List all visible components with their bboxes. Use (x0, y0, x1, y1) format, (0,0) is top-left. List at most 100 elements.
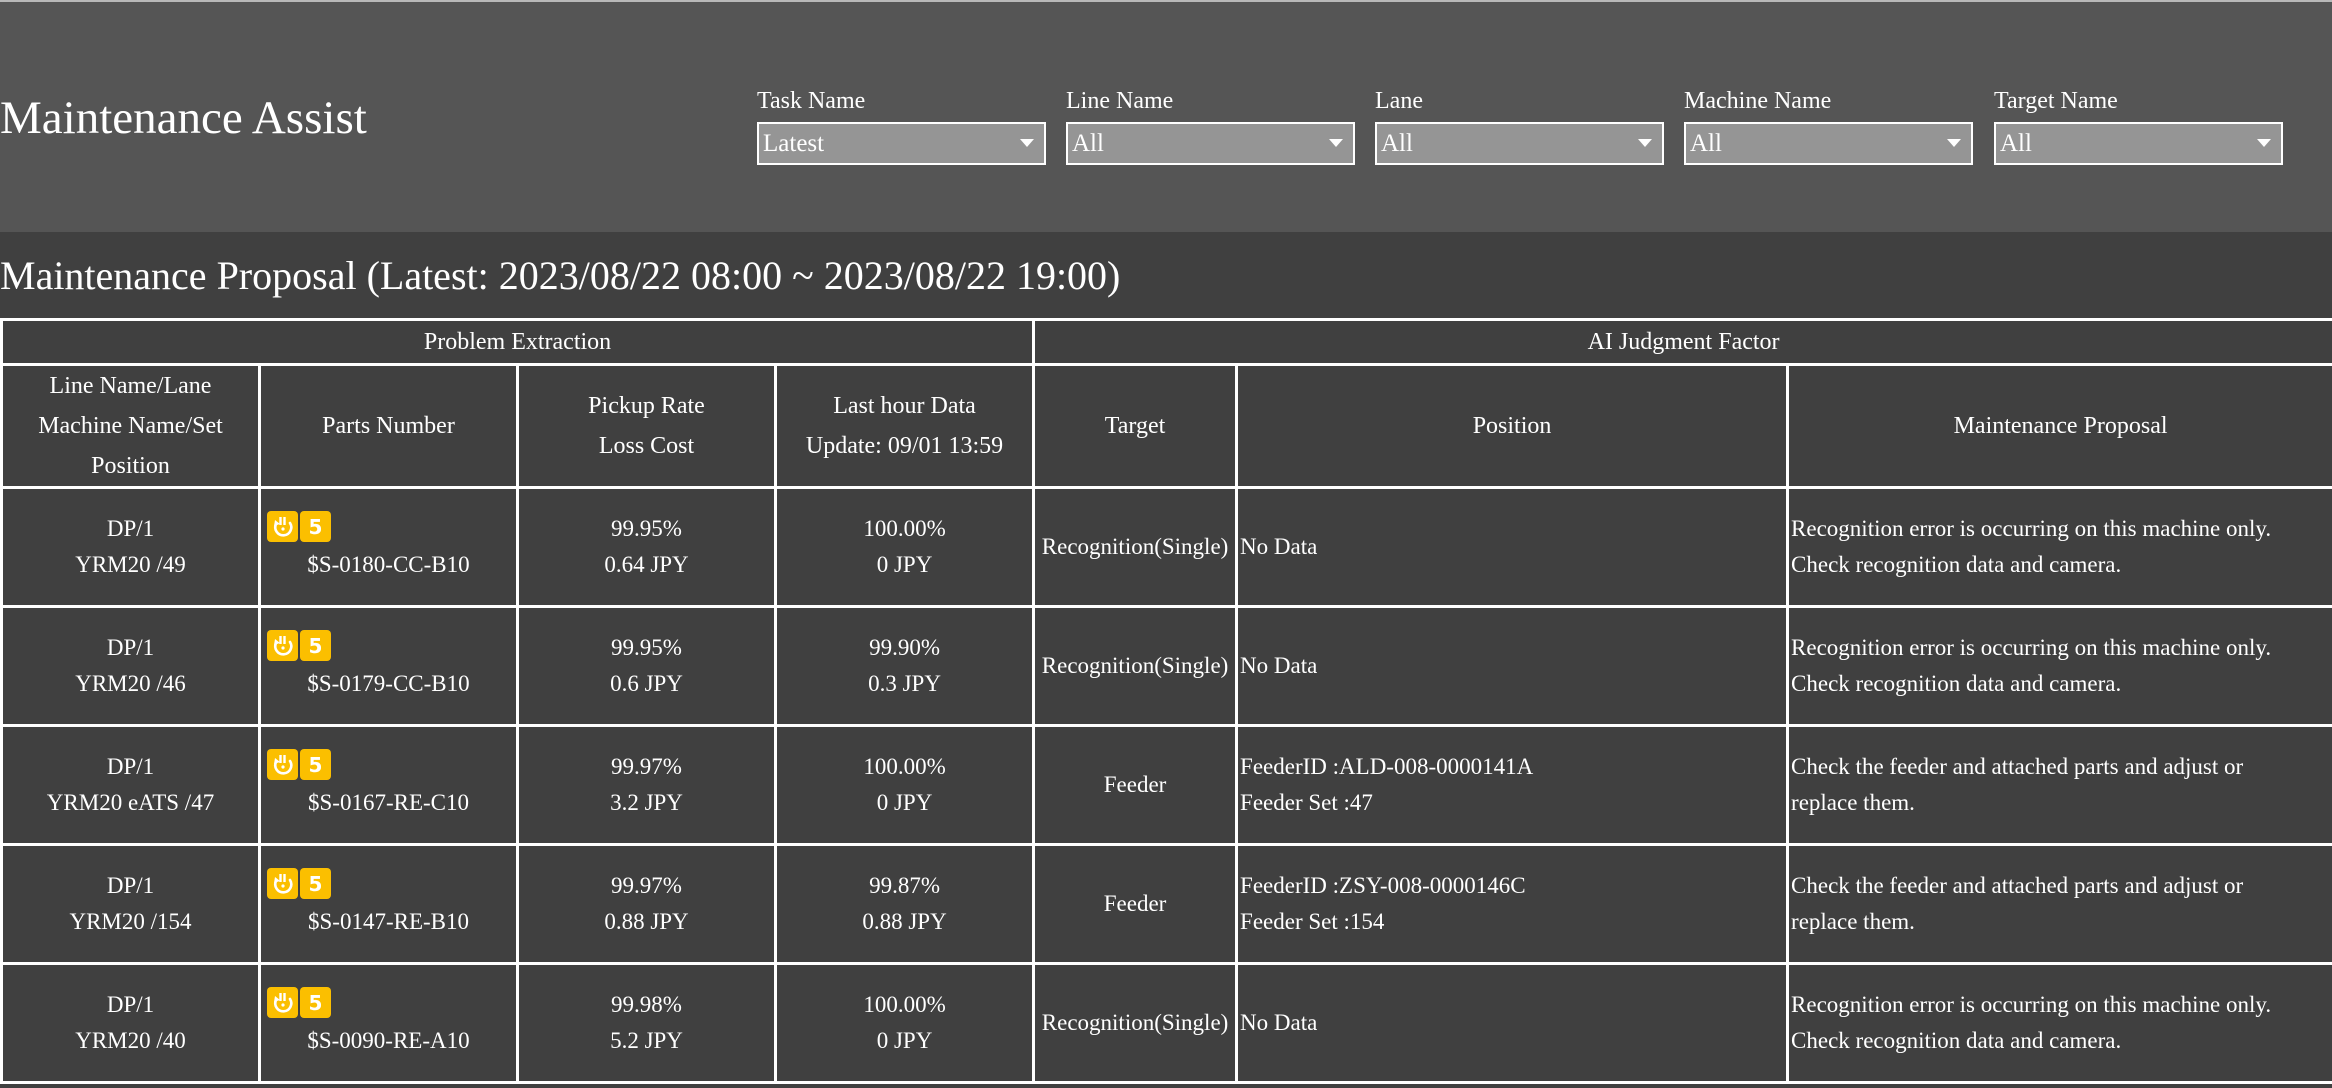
parts-number[interactable]: $S-0090-RE-A10 (263, 1023, 515, 1059)
count-badge[interactable]: 5 (300, 749, 331, 780)
position-line: Feeder Set :154 (1240, 909, 1385, 934)
alert-recycle-icon[interactable] (267, 511, 298, 542)
cell-target: Recognition(Single) (1032, 962, 1239, 1084)
cell-position: FeederID :ZSY-008-0000146C Feeder Set :15… (1235, 843, 1790, 965)
last-hour-rate: 100.00% (863, 992, 946, 1017)
last-hour-cost: 0 JPY (876, 1028, 933, 1053)
cell-maintenance-proposal: Check the feeder and attached parts and … (1786, 843, 2332, 965)
cell-target: Feeder (1032, 843, 1239, 965)
cell-last-hour: 100.00% 0 JPY (773, 962, 1036, 1084)
position-line: Feeder Set :47 (1240, 790, 1373, 815)
alert-recycle-icon[interactable] (267, 987, 298, 1018)
line-lane: DP/1 (106, 992, 155, 1017)
target-name-select[interactable]: All (1994, 122, 2283, 165)
line-name-select[interactable]: All (1066, 122, 1355, 165)
proposal-line: Recognition error is occurring on this m… (1791, 516, 2272, 541)
table-row[interactable]: DP/1 YRM20 /49 5 $S-0180-CC-B10 99.95% 0… (0, 486, 2332, 608)
cell-line-machine: DP/1 YRM20 /49 (0, 486, 261, 608)
alert-recycle-icon[interactable] (267, 630, 298, 661)
cell-pickup-rate: 99.95% 0.6 JPY (516, 605, 777, 727)
parts-number[interactable]: $S-0180-CC-B10 (263, 547, 515, 583)
line-lane: DP/1 (106, 754, 155, 779)
cell-last-hour: 99.90% 0.3 JPY (773, 605, 1036, 727)
proposal-line: Recognition error is occurring on this m… (1791, 992, 2272, 1017)
position-line: FeederID :ZSY-008-0000146C (1240, 873, 1526, 898)
cell-position: No Data (1235, 605, 1790, 727)
cell-last-hour: 100.00% 0 JPY (773, 486, 1036, 608)
select-value: All (1690, 130, 1722, 157)
last-hour-cost: 0 JPY (876, 790, 933, 815)
column-header-maintenance-proposal[interactable]: Maintenance Proposal (1786, 363, 2332, 489)
chevron-down-icon (1947, 139, 1961, 147)
machine-set: YRM20 /46 (75, 671, 186, 696)
column-header-line[interactable]: Line Name/Lane Machine Name/Set Position (0, 363, 261, 489)
last-hour-cost: 0.3 JPY (868, 671, 941, 696)
cell-pickup-rate: 99.98% 5.2 JPY (516, 962, 777, 1084)
table-row[interactable]: DP/1 YRM20 /46 5 $S-0179-CC-B10 99.95% 0… (0, 605, 2332, 727)
parts-badges[interactable]: 5 (267, 511, 331, 542)
chevron-down-icon (2257, 139, 2271, 147)
pickup-rate: 99.95% (611, 516, 682, 541)
pickup-rate: 99.95% (611, 635, 682, 660)
parts-badges[interactable]: 5 (267, 749, 331, 780)
lane-select[interactable]: All (1375, 122, 1664, 165)
parts-number[interactable]: $S-0167-RE-C10 (263, 785, 515, 821)
alert-recycle-icon[interactable] (267, 868, 298, 899)
filter-label: Machine Name (1684, 88, 1832, 114)
filter-label: Lane (1375, 88, 1423, 114)
parts-badges[interactable]: 5 (267, 987, 331, 1018)
count-badge[interactable]: 5 (300, 987, 331, 1018)
cell-last-hour: 99.87% 0.88 JPY (773, 843, 1036, 965)
count-badge[interactable]: 5 (300, 511, 331, 542)
parts-number[interactable]: $S-0179-CC-B10 (263, 666, 515, 702)
table-row[interactable]: DP/1 YRM20 eATS /47 5 $S-0167-RE-C10 99.… (0, 724, 2332, 846)
loss-cost: 0.88 JPY (604, 909, 689, 934)
machine-set: YRM20 /154 (69, 909, 192, 934)
proposal-line: Check recognition data and camera. (1791, 1028, 2122, 1053)
table-row[interactable]: DP/1 YRM20 /154 5 $S-0147-RE-B10 99.97% … (0, 843, 2332, 965)
last-hour-rate: 99.87% (869, 873, 940, 898)
line-lane: DP/1 (106, 516, 155, 541)
cell-parts-number: 5 $S-0179-CC-B10 (258, 605, 519, 727)
parts-badges[interactable]: 5 (267, 868, 331, 899)
count-badge[interactable]: 5 (300, 630, 331, 661)
column-header-last-hour[interactable]: Last hour Data Update: 09/01 13:59 (773, 363, 1036, 489)
last-hour-rate: 100.00% (863, 516, 946, 541)
cell-line-machine: DP/1 YRM20 /154 (0, 843, 261, 965)
column-header-target[interactable]: Target (1032, 363, 1239, 489)
count-badge[interactable]: 5 (300, 868, 331, 899)
select-value: All (2000, 130, 2032, 157)
task-name-select[interactable]: Latest (757, 122, 1046, 165)
chevron-down-icon (1020, 139, 1034, 147)
machine-name-select[interactable]: All (1684, 122, 1973, 165)
cell-position: FeederID :ALD-008-0000141A Feeder Set :47 (1235, 724, 1790, 846)
position-line: No Data (1240, 653, 1318, 678)
filter-label: Target Name (1994, 88, 2118, 114)
parts-badges[interactable]: 5 (267, 630, 331, 661)
cell-parts-number: 5 $S-0090-RE-A10 (258, 962, 519, 1084)
group-problem-extraction: Problem Extraction (0, 318, 1036, 366)
machine-set: YRM20 eATS /47 (46, 790, 215, 815)
column-header-parts-number[interactable]: Parts Number (258, 363, 519, 489)
column-header-pickup-rate[interactable]: Pickup Rate Loss Cost (516, 363, 777, 489)
select-value: All (1381, 130, 1413, 157)
app-header: Maintenance Assist Task Name Latest Line… (0, 0, 2332, 232)
last-hour-rate: 99.90% (869, 635, 940, 660)
pickup-rate: 99.97% (611, 754, 682, 779)
chevron-down-icon (1638, 139, 1652, 147)
column-header-position[interactable]: Position (1235, 363, 1790, 489)
parts-number[interactable]: $S-0147-RE-B10 (263, 904, 515, 940)
cell-line-machine: DP/1 YRM20 /46 (0, 605, 261, 727)
group-ai-judgment-factor: AI Judgment Factor (1032, 318, 2332, 366)
alert-recycle-icon[interactable] (267, 749, 298, 780)
cell-position: No Data (1235, 486, 1790, 608)
cell-maintenance-proposal: Recognition error is occurring on this m… (1786, 486, 2332, 608)
cell-parts-number: 5 $S-0147-RE-B10 (258, 843, 519, 965)
loss-cost: 0.64 JPY (604, 552, 689, 577)
proposal-line: replace them. (1791, 790, 1915, 815)
cell-pickup-rate: 99.97% 3.2 JPY (516, 724, 777, 846)
cell-target: Recognition(Single) (1032, 486, 1239, 608)
table-row[interactable]: DP/1 YRM20 /40 5 $S-0090-RE-A10 99.98% 5… (0, 962, 2332, 1084)
cell-pickup-rate: 99.95% 0.64 JPY (516, 486, 777, 608)
cell-parts-number: 5 $S-0167-RE-C10 (258, 724, 519, 846)
